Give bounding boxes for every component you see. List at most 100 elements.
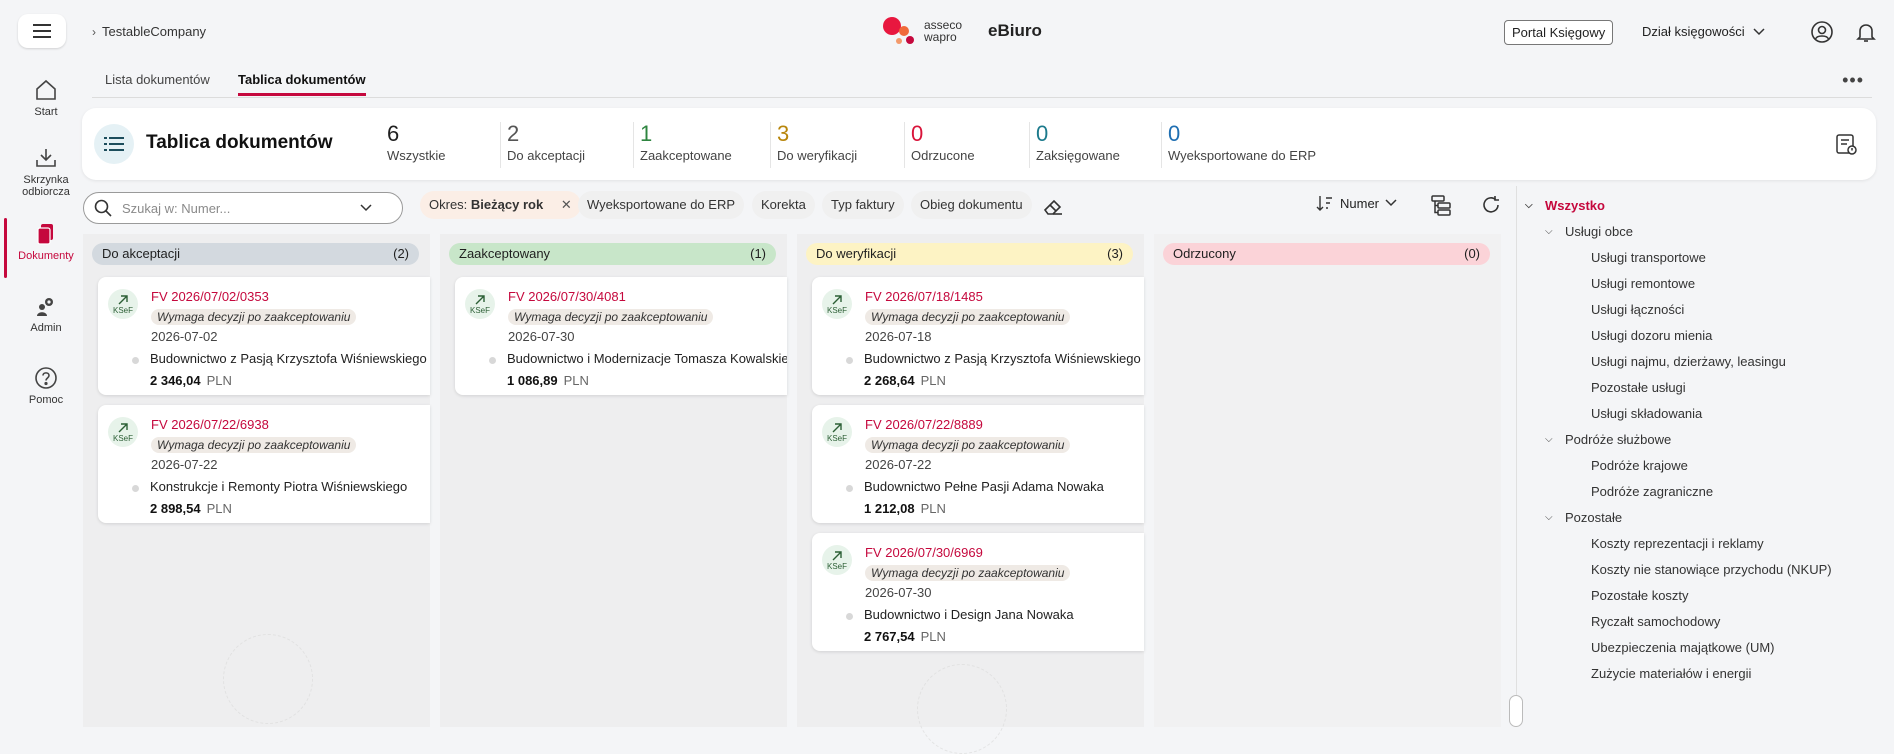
tree-item[interactable]: Usługi dozoru mienia	[1591, 328, 1712, 343]
tree-view-icon[interactable]	[1430, 194, 1452, 216]
stat-booked[interactable]: 0 Zaksięgowane	[1029, 122, 1120, 168]
document-number: FV 2026/07/30/6969	[865, 545, 983, 560]
nav-item-admin[interactable]: Admin	[0, 286, 92, 350]
tree-item[interactable]: Usługi transportowe	[1591, 250, 1706, 265]
tree-item[interactable]: Podróże krajowe	[1591, 458, 1688, 473]
document-card[interactable]: KSeF FV 2026/07/18/1485 Wymaga decyzji p…	[812, 277, 1144, 395]
brand-text: asseco wapro	[924, 18, 963, 44]
document-amount: 2 898,54 PLN	[150, 501, 232, 516]
filter-chip-correction[interactable]: Korekta	[752, 191, 815, 219]
column-accepted: Zaakceptowany (1) KSeF FV 2026/07/30/408…	[440, 234, 787, 727]
document-card[interactable]: KSeF FV 2026/07/22/8889 Wymaga decyzji p…	[812, 405, 1144, 523]
sort-dropdown[interactable]: Numer	[1316, 194, 1397, 212]
nav-item-inbox[interactable]: Skrzynka odbiorcza	[0, 138, 92, 202]
stat-label: Zaksięgowane	[1036, 148, 1120, 163]
filter-chip-document-flow[interactable]: Obieg dokumentu	[911, 191, 1032, 219]
chevron-down-icon[interactable]	[360, 204, 372, 212]
filter-chip-invoice-type[interactable]: Typ faktury	[822, 191, 904, 219]
ksef-icon: KSeF	[108, 417, 138, 447]
stat-label: Wszystkie	[387, 148, 446, 163]
menu-button[interactable]	[18, 14, 66, 48]
status-dot	[846, 485, 853, 492]
counterparty-name: Budownictwo z Pasją Krzysztofa Wiśniewsk…	[150, 351, 427, 366]
hamburger-icon	[33, 24, 51, 38]
tree-group[interactable]: ⌵ Podróże służbowe	[1545, 432, 1671, 447]
notifications-bell-icon[interactable]	[1854, 20, 1878, 44]
chevron-down-icon: ⌵	[1525, 200, 1533, 211]
report-settings-icon[interactable]	[1834, 132, 1858, 156]
stat-label: Wyeksportowane do ERP	[1168, 148, 1317, 163]
empty-state-illustration	[223, 634, 313, 724]
help-icon	[35, 367, 57, 389]
ksef-icon: KSeF	[822, 545, 852, 575]
document-card[interactable]: KSeF FV 2026/07/02/0353 Wymaga decyzji p…	[98, 277, 430, 395]
panel-resize-handle[interactable]	[1509, 695, 1523, 727]
stat-count: 0	[1036, 121, 1049, 146]
period-filter-chip[interactable]: Okres: Bieżący rok ✕	[420, 191, 581, 219]
stat-exported-erp[interactable]: 0 Wyeksportowane do ERP	[1161, 122, 1316, 168]
stat-accepted[interactable]: 1 Zaakceptowane	[633, 122, 732, 168]
department-dropdown[interactable]: Dział księgowości	[1642, 24, 1765, 39]
stat-to-accept[interactable]: 2 Do akceptacji	[500, 122, 585, 168]
close-icon[interactable]: ✕	[561, 197, 572, 212]
portal-ksiegowy-button[interactable]: Portal Księgowy	[1504, 20, 1614, 45]
document-card[interactable]: KSeF FV 2026/07/22/6938 Wymaga decyzji p…	[98, 405, 430, 523]
counterparty-name: Budownictwo i Design Jana Nowaka	[864, 607, 1074, 622]
tree-item[interactable]: Usługi łączności	[1591, 302, 1684, 317]
top-bar: › TestableCompany asseco wapro eBiuro Po…	[92, 0, 1894, 64]
tree-item[interactable]: Pozostałe koszty	[1591, 588, 1689, 603]
search-input[interactable]	[122, 200, 352, 216]
nav-item-start[interactable]: Start	[0, 70, 92, 134]
document-number: FV 2026/07/22/8889	[865, 417, 983, 432]
user-account-icon[interactable]	[1810, 20, 1834, 44]
inbox-icon	[36, 149, 56, 167]
tree-group[interactable]: ⌵ Pozostałe	[1545, 510, 1622, 525]
tree-item[interactable]: Koszty nie stanowiące przychodu (NKUP)	[1591, 562, 1832, 577]
tree-item-all[interactable]: ⌵ Wszystko	[1525, 198, 1605, 213]
document-amount: 2 346,04 PLN	[150, 373, 232, 388]
tree-item[interactable]: Koszty reprezentacji i reklamy	[1591, 536, 1764, 551]
nav-item-help[interactable]: Pomoc	[0, 358, 92, 422]
column-header: Zaakceptowany (1)	[449, 243, 776, 265]
document-card[interactable]: KSeF FV 2026/07/30/4081 Wymaga decyzji p…	[455, 277, 787, 395]
tree-item[interactable]: Pozostałe usługi	[1591, 380, 1686, 395]
stat-all[interactable]: 6 Wszystkie	[381, 122, 446, 168]
tree-item[interactable]: Usługi remontowe	[1591, 276, 1695, 291]
tree-item[interactable]: Ryczałt samochodowy	[1591, 614, 1720, 629]
nav-item-label: Dokumenty	[18, 250, 74, 262]
asseco-logo-icon	[883, 17, 914, 44]
view-tabs: Lista dokumentów Tablica dokumentów •••	[92, 64, 1872, 98]
kanban-board: Do akceptacji (2) KSeF FV 2026/07/02/035…	[83, 234, 1513, 754]
search-icon	[94, 199, 112, 217]
more-options-icon[interactable]: •••	[1842, 70, 1864, 91]
document-date: 2026-07-30	[865, 585, 932, 600]
tree-item[interactable]: Usługi składowania	[1591, 406, 1702, 421]
nav-item-documents[interactable]: Dokumenty	[0, 214, 92, 278]
refresh-icon[interactable]	[1480, 194, 1502, 216]
tree-group[interactable]: ⌵ Usługi obce	[1545, 224, 1633, 239]
tab-document-board[interactable]: Tablica dokumentów	[238, 72, 366, 96]
breadcrumb[interactable]: › TestableCompany	[92, 24, 206, 39]
sort-label: Numer	[1340, 195, 1380, 211]
tree-item[interactable]: Usługi najmu, dzierżawy, leasingu	[1591, 354, 1786, 369]
tree-item[interactable]: Podróże zagraniczne	[1591, 484, 1713, 499]
clear-filters-eraser-icon[interactable]	[1042, 196, 1064, 218]
tree-item[interactable]: Zużycie materiałów i energii	[1591, 666, 1751, 681]
search-box[interactable]	[83, 192, 403, 224]
status-dot	[846, 613, 853, 620]
tree-item[interactable]: Ubezpieczenia majątkowe (UM)	[1591, 640, 1775, 655]
status-badge: Wymaga decyzji po zaakceptowaniu	[508, 309, 714, 325]
page-title: Tablica dokumentów	[146, 132, 333, 153]
chevron-right-icon: ›	[92, 24, 96, 39]
tab-document-list[interactable]: Lista dokumentów	[105, 72, 210, 93]
nav-item-label: Admin	[30, 322, 62, 334]
chevron-down-icon	[1753, 27, 1765, 35]
stat-count: 0	[911, 121, 924, 146]
nav-item-label: Pomoc	[28, 394, 64, 406]
document-card[interactable]: KSeF FV 2026/07/30/6969 Wymaga decyzji p…	[812, 533, 1144, 651]
stat-to-verify[interactable]: 3 Do weryfikacji	[770, 122, 857, 168]
status-badge: Wymaga decyzji po zaakceptowaniu	[151, 309, 357, 325]
filter-chip-exported-erp[interactable]: Wyeksportowane do ERP	[578, 191, 745, 219]
period-value: Bieżący rok	[470, 197, 544, 212]
stat-rejected[interactable]: 0 Odrzucone	[904, 122, 975, 168]
